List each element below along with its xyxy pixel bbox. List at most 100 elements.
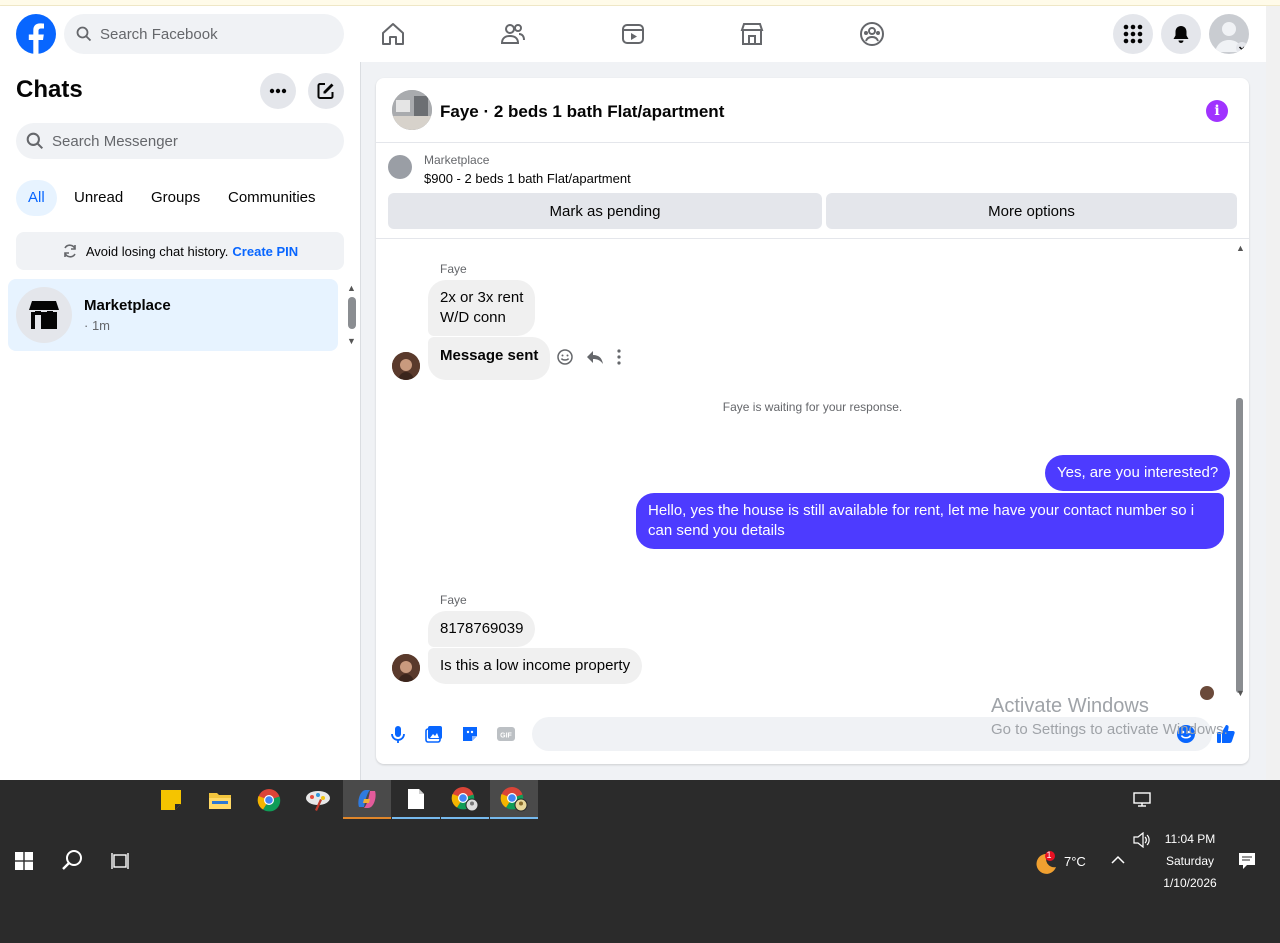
listing-photo — [392, 90, 432, 130]
action-center-icon[interactable] — [1238, 852, 1256, 870]
message-scrollbar-thumb[interactable] — [1236, 398, 1243, 693]
message-bubble[interactable]: 8178769039 — [428, 611, 536, 647]
clock-date[interactable]: 1/10/2026 — [1158, 876, 1222, 890]
filter-communities[interactable]: Communities — [216, 180, 328, 216]
facebook-search-placeholder: Search Facebook — [100, 25, 218, 43]
clock-day[interactable]: Saturday — [1160, 854, 1220, 868]
faye-avatar[interactable] — [392, 654, 420, 682]
chat-name: Marketplace — [84, 297, 171, 314]
message-line: Hello, yes the house is still available … — [648, 502, 1195, 519]
filter-groups[interactable]: Groups — [139, 180, 212, 216]
taskbar-file-explorer[interactable] — [196, 780, 244, 819]
listing-thumbnail[interactable] — [388, 155, 412, 179]
sidebar-scroll-up-arrow[interactable]: ▲ — [347, 283, 356, 293]
sidebar-scroll-down-arrow[interactable]: ▼ — [347, 336, 356, 346]
waiting-status: Faye is waiting for your response. — [722, 400, 903, 414]
scroll-up-arrow[interactable]: ▲ — [1236, 243, 1245, 253]
message-scrollbar[interactable]: ▲ ▼ — [1236, 243, 1245, 698]
sender-name: Faye — [440, 262, 467, 276]
chats-sidebar — [0, 62, 361, 780]
new-message-button[interactable] — [308, 73, 344, 109]
facebook-search-input[interactable]: Search Facebook — [64, 14, 344, 54]
groups-icon[interactable] — [858, 20, 886, 48]
faye-avatar[interactable] — [392, 352, 420, 380]
watch-icon[interactable] — [619, 20, 647, 48]
reply-icon[interactable] — [586, 348, 604, 366]
filter-all[interactable]: All — [16, 180, 57, 216]
info-icon[interactable]: i — [1206, 100, 1228, 122]
network-icon[interactable] — [1133, 792, 1151, 808]
clock-time[interactable]: 11:04 PM — [1160, 832, 1220, 846]
facebook-navbar: Search Facebook — [0, 6, 1266, 62]
messenger-search-placeholder: Search Messenger — [52, 132, 178, 150]
document-icon — [408, 788, 424, 809]
my-message-bubble[interactable]: Hello, yes the house is still available … — [636, 493, 1224, 549]
message-bubble[interactable]: Message sent — [428, 337, 551, 380]
message-bubble[interactable]: 2x or 3x rent W/D conn — [428, 280, 536, 336]
chrome-profile-icon — [500, 786, 528, 811]
profile-avatar[interactable] — [1209, 14, 1249, 54]
paint-icon — [306, 790, 330, 811]
seen-indicator-avatar — [1200, 686, 1214, 700]
message-line: W/D conn — [440, 309, 506, 326]
menu-grid-button[interactable] — [1113, 14, 1153, 54]
compose-icon — [317, 83, 334, 99]
profile-silhouette-icon — [1215, 22, 1248, 54]
photo-icon[interactable] — [424, 724, 444, 744]
chat-options-button[interactable] — [260, 73, 296, 109]
conversation-title[interactable]: Faye · 2 beds 1 bath Flat/apartment — [440, 102, 724, 122]
gif-icon[interactable]: GIF — [496, 724, 516, 744]
sticker-icon[interactable] — [460, 724, 480, 744]
taskbar-chrome[interactable] — [245, 780, 293, 819]
create-pin-link[interactable]: Create PIN — [232, 244, 298, 259]
conversation-header: Faye · 2 beds 1 bath Flat/apartment i — [376, 78, 1249, 143]
taskbar-copilot[interactable] — [343, 780, 391, 819]
page-scrollbar[interactable] — [1266, 6, 1280, 780]
search-icon[interactable] — [61, 849, 83, 871]
message-line: 2x or 3x rent — [440, 289, 524, 306]
taskbar-sticky-notes[interactable] — [147, 780, 195, 819]
marketplace-icon[interactable] — [738, 20, 766, 48]
filter-unread[interactable]: Unread — [62, 180, 135, 216]
weather-temperature[interactable]: 7°C — [1064, 854, 1086, 869]
taskbar-paint[interactable] — [294, 780, 342, 819]
friends-icon[interactable] — [499, 20, 527, 48]
sync-icon — [64, 244, 76, 258]
scroll-down-arrow[interactable]: ▼ — [1236, 688, 1245, 698]
messenger-search-input[interactable]: Search Messenger — [16, 123, 344, 159]
svg-text:GIF: GIF — [500, 733, 512, 740]
search-icon — [26, 132, 44, 150]
sticky-notes-icon — [161, 789, 181, 810]
taskbar-notepad[interactable] — [392, 780, 440, 819]
microphone-icon[interactable] — [388, 724, 408, 744]
listing-avatar[interactable] — [392, 90, 432, 130]
message-bubble[interactable]: Is this a low income property — [428, 648, 643, 684]
facebook-logo-icon[interactable] — [16, 14, 56, 54]
react-emoji-icon[interactable] — [556, 348, 574, 366]
mark-as-pending-button[interactable]: Mark as pending — [388, 193, 822, 229]
taskbar-chrome-profile-2[interactable] — [490, 780, 538, 819]
volume-icon[interactable] — [1133, 832, 1151, 848]
home-icon[interactable] — [379, 20, 407, 48]
more-vertical-icon[interactable] — [616, 349, 622, 365]
bell-icon — [1173, 26, 1189, 43]
my-message-bubble[interactable]: Yes, are you interested? — [1045, 455, 1231, 491]
activate-windows-title: Activate Windows — [991, 695, 1149, 717]
faye-photo — [392, 352, 420, 380]
listing-price-title[interactable]: $900 - 2 beds 1 bath Flat/apartment — [424, 171, 631, 186]
windows-taskbar: 1 7°C 11:04 PM Saturday 1/10/2026 — [0, 780, 1280, 943]
chrome-profile-icon — [451, 786, 479, 811]
message-line: can send you details — [648, 522, 785, 539]
chevron-up-icon[interactable] — [1111, 855, 1125, 865]
notifications-button[interactable] — [1161, 14, 1201, 54]
taskbar-chrome-profile-1[interactable] — [441, 780, 489, 819]
shop-icon — [29, 301, 59, 329]
menu-grid-icon — [1123, 24, 1143, 44]
chat-list-item-marketplace[interactable]: Marketplace · 1m — [8, 279, 338, 351]
sidebar-scrollbar-thumb[interactable] — [348, 297, 356, 329]
more-options-button[interactable]: More options — [826, 193, 1237, 229]
windows-start-icon[interactable] — [15, 852, 33, 870]
message-list: Faye 2x or 3x rent W/D conn Message sent… — [376, 240, 1249, 700]
pin-banner-text: Avoid losing chat history. — [85, 243, 229, 259]
task-view-icon[interactable] — [111, 852, 129, 870]
